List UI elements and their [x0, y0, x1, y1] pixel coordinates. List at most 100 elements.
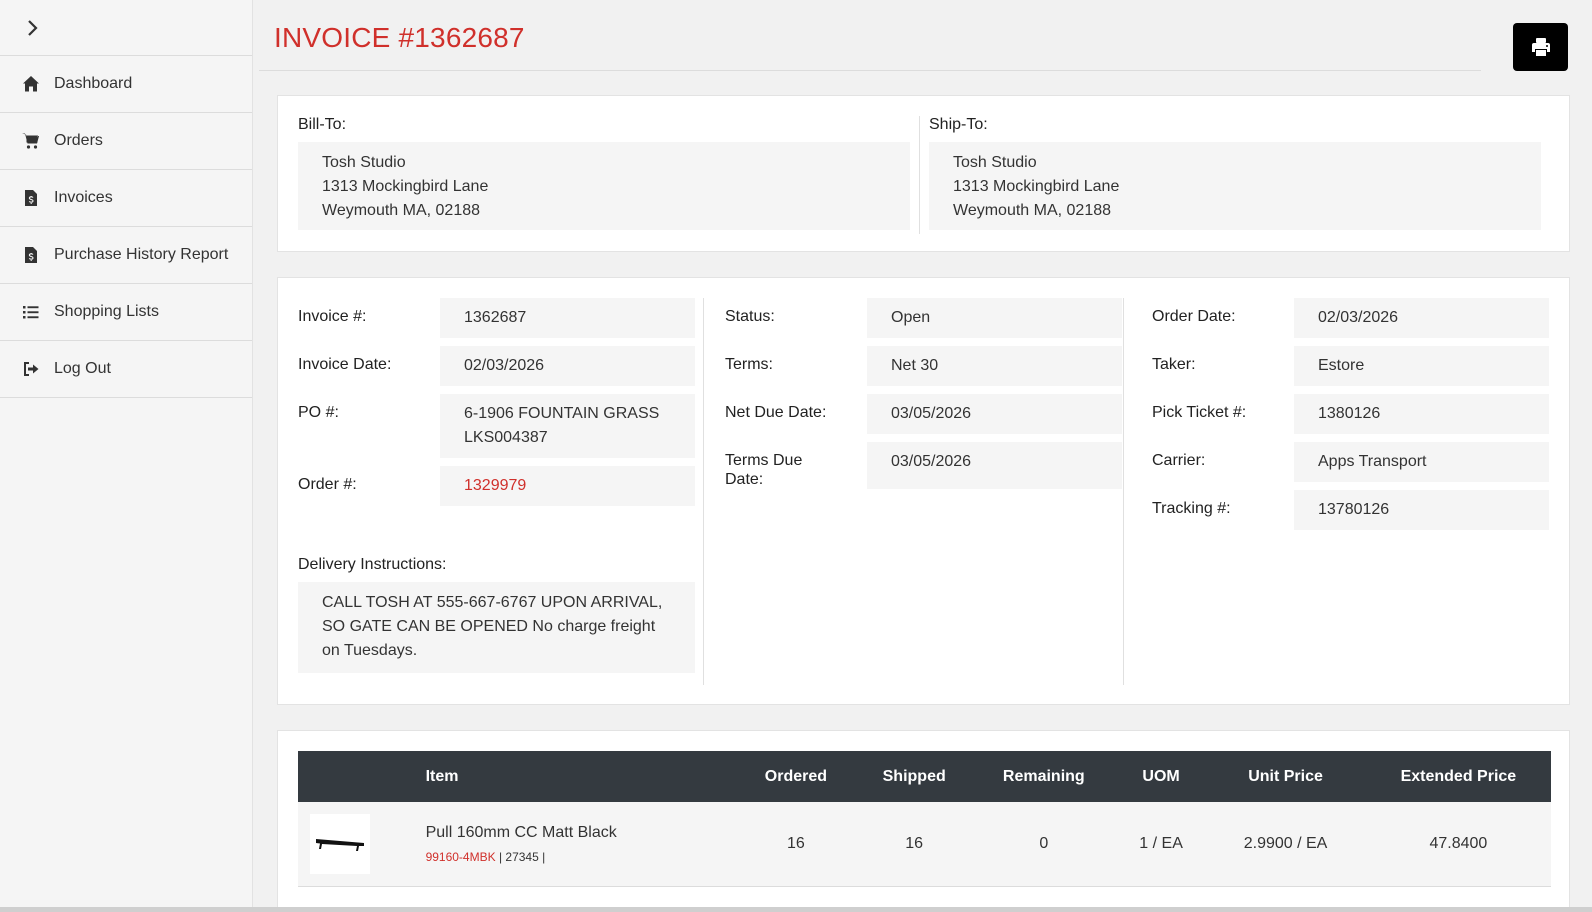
ordered-cell: 16: [786, 834, 805, 852]
terms-due-date-label: Terms Due Date:: [725, 442, 867, 489]
pull-handle-image: [316, 838, 364, 851]
uom-cell: 1 / EA: [1139, 834, 1183, 852]
ship-to-label: Ship-To:: [929, 116, 988, 133]
po-number-label: PO #:: [298, 404, 339, 421]
tracking-label: Tracking #:: [1152, 500, 1231, 517]
order-number-label: Order #:: [298, 476, 357, 493]
unit-price-cell: 2.9900 / EA: [1243, 834, 1328, 852]
ship-to-address: Tosh Studio 1313 Mockingbird Lane Weymou…: [929, 142, 1541, 230]
sidebar-item-purchase-history-report[interactable]: Purchase History Report: [0, 227, 252, 284]
status-label: Status:: [725, 308, 775, 325]
terms-value: Net 30: [867, 346, 1122, 386]
bill-to-street: 1313 Mockingbird Lane: [322, 178, 489, 195]
order-number-row: Order #: 1329979: [298, 466, 695, 506]
order-date-row: Order Date: 02/03/2026: [1152, 298, 1549, 338]
logout-icon: [22, 360, 54, 378]
column-header-ordered: Ordered: [764, 767, 828, 785]
sidebar-item-label: Invoices: [54, 189, 113, 206]
sidebar-item-dashboard[interactable]: Dashboard: [0, 56, 252, 113]
delivery-line: on Tuesdays.: [322, 642, 418, 659]
extended-price-cell: 47.8400: [1429, 834, 1488, 852]
sidebar-item-label: Orders: [54, 132, 103, 149]
sidebar-item-shopping-lists[interactable]: Shopping Lists: [0, 284, 252, 341]
divider: [919, 116, 920, 234]
po-number-row: PO #: 6-1906 FOUNTAIN GRASS LKS004387: [298, 394, 695, 458]
home-icon: [22, 75, 54, 93]
address-card: Bill-To: Tosh Studio 1313 Mockingbird La…: [277, 95, 1570, 252]
ship-to-street: 1313 Mockingbird Lane: [953, 178, 1120, 195]
terms-due-date-label-line: Terms Due: [725, 452, 803, 469]
item-sku-link[interactable]: 99160-4MBK: [426, 850, 496, 864]
column-header-uom: UOM: [1142, 767, 1180, 785]
sidebar: Dashboard Orders Invoices Purchase Histo…: [0, 0, 253, 912]
main-content: INVOICE #1362687 Bill-To: Tosh Studio 13…: [253, 0, 1592, 912]
terms-row: Terms: Net 30: [725, 346, 1122, 386]
bill-to-section: Bill-To: Tosh Studio 1313 Mockingbird La…: [298, 116, 910, 230]
product-image-cell: [298, 802, 426, 886]
column-header-unit-price: Unit Price: [1248, 767, 1323, 785]
divider: [1123, 298, 1124, 685]
scroll-content-edge: [0, 907, 1592, 912]
sidebar-item-invoices[interactable]: Invoices: [0, 170, 252, 227]
status-value: Open: [867, 298, 1122, 338]
item-subtext: 99160-4MBK | 27345 |: [426, 850, 735, 864]
column-header-remaining: Remaining: [1002, 767, 1085, 785]
column-header-shipped: Shipped: [882, 767, 946, 785]
report-icon: [22, 246, 54, 264]
terms-due-date-label-line: Date:: [725, 471, 764, 488]
column-header-item: Item: [425, 767, 459, 785]
line-items-table: Item Ordered Shipped Remaining UOM Unit …: [298, 751, 1551, 887]
sidebar-item-label: Purchase History Report: [54, 246, 229, 263]
sidebar-item-label: Log Out: [54, 360, 111, 377]
bill-to-label: Bill-To:: [298, 116, 347, 133]
order-number-link[interactable]: 1329979: [440, 466, 695, 506]
chevron-right-icon: [28, 19, 38, 36]
delivery-instructions-text: CALL TOSH AT 555-667-6767 UPON ARRIVAL, …: [298, 582, 695, 673]
page-title: INVOICE #1362687: [274, 22, 525, 53]
item-cell: Pull 160mm CC Matt Black 99160-4MBK | 27…: [426, 802, 735, 886]
tracking-value: 13780126: [1294, 490, 1549, 530]
details-column-2: Status: Open Terms: Net 30 Net Due Date:…: [725, 298, 1122, 497]
print-icon: [1531, 38, 1550, 56]
sidebar-item-label: Shopping Lists: [54, 303, 159, 320]
order-date-label: Order Date:: [1152, 308, 1236, 325]
print-button[interactable]: [1513, 23, 1568, 71]
item-sub-rest: | 27345 |: [495, 849, 546, 864]
terms-due-date-value: 03/05/2026: [867, 442, 1122, 489]
carrier-label: Carrier:: [1152, 452, 1206, 469]
page-header: INVOICE #1362687: [259, 0, 1481, 71]
sidebar-item-orders[interactable]: Orders: [0, 113, 252, 170]
sidebar-item-log-out[interactable]: Log Out: [0, 341, 252, 398]
sidebar-toggle-button[interactable]: [0, 0, 252, 56]
carrier-value: Apps Transport: [1294, 442, 1549, 482]
invoice-details-card: Invoice #: 1362687 Invoice Date: 02/03/2…: [277, 277, 1570, 705]
invoice-number-row: Invoice #: 1362687: [298, 298, 695, 338]
table-header-row: Item Ordered Shipped Remaining UOM Unit …: [298, 751, 1551, 802]
pick-ticket-label: Pick Ticket #:: [1152, 404, 1247, 421]
terms-due-date-row: Terms Due Date: 03/05/2026: [725, 442, 1122, 489]
terms-label: Terms:: [725, 356, 773, 373]
pick-ticket-row: Pick Ticket #: 1380126: [1152, 394, 1549, 434]
net-due-date-label: Net Due Date:: [725, 404, 827, 421]
taker-label: Taker:: [1152, 356, 1196, 373]
net-due-date-value: 03/05/2026: [867, 394, 1122, 434]
shipped-cell: 16: [905, 834, 924, 852]
delivery-line: CALL TOSH AT 555-667-6767 UPON ARRIVAL,: [322, 594, 663, 611]
cart-icon: [22, 132, 54, 150]
bill-to-city: Weymouth MA, 02188: [322, 202, 481, 219]
net-due-date-row: Net Due Date: 03/05/2026: [725, 394, 1122, 434]
bill-to-address: Tosh Studio 1313 Mockingbird Lane Weymou…: [298, 142, 910, 230]
pick-ticket-value: 1380126: [1294, 394, 1549, 434]
bill-to-name: Tosh Studio: [322, 154, 406, 171]
divider: [703, 298, 704, 685]
ship-to-name: Tosh Studio: [953, 154, 1037, 171]
po-number-value: 6-1906 FOUNTAIN GRASS LKS004387: [440, 394, 695, 458]
invoice-date-label: Invoice Date:: [298, 356, 392, 373]
invoice-date-value: 02/03/2026: [440, 346, 695, 386]
line-items-card: Item Ordered Shipped Remaining UOM Unit …: [277, 730, 1570, 912]
product-image[interactable]: [310, 813, 370, 874]
taker-row: Taker: Estore: [1152, 346, 1549, 386]
image-column-header: [298, 751, 426, 802]
invoice-icon: [22, 189, 54, 207]
status-row: Status: Open: [725, 298, 1122, 338]
